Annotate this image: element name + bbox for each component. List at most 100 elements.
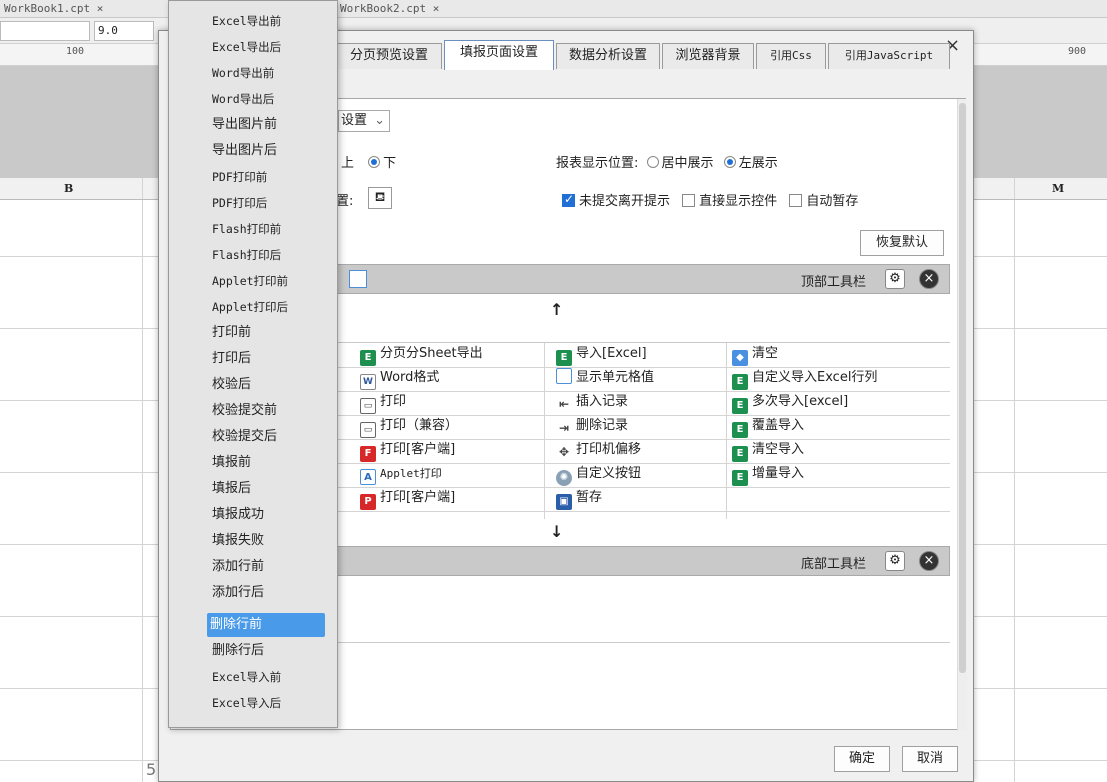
menu-item[interactable]: Excel导入前 bbox=[209, 665, 325, 689]
menu-item[interactable]: Excel导入后 bbox=[209, 691, 325, 715]
menu-item[interactable]: 填报失败 bbox=[209, 529, 325, 553]
menu-item[interactable]: Excel导出后 bbox=[209, 35, 325, 59]
toolbar-item[interactable]: P 打印[客户端] bbox=[360, 486, 455, 510]
menu-item[interactable]: 校验提交前 bbox=[209, 399, 325, 423]
toolbar-item[interactable]: ▣ 暂存 bbox=[556, 486, 602, 510]
excel-icon: E bbox=[732, 398, 748, 414]
toolbar-item[interactable]: W Word格式 bbox=[360, 366, 439, 390]
tab-javascript[interactable]: 引用JavaScript bbox=[828, 43, 950, 69]
toolbar-item[interactable]: ✥ 打印机偏移 bbox=[556, 438, 641, 462]
toolbar-item[interactable]: 显示单元格值 bbox=[556, 366, 654, 390]
column-b-header[interactable]: B bbox=[64, 182, 73, 195]
menu-item[interactable]: Applet打印前 bbox=[209, 269, 325, 293]
menu-item-selected[interactable]: 删除行前 bbox=[207, 613, 325, 637]
menu-item[interactable]: Excel导出前 bbox=[209, 9, 325, 33]
menu-item[interactable]: 导出图片后 bbox=[209, 139, 325, 163]
menu-item[interactable]: 添加行前 bbox=[209, 555, 325, 579]
toolbar-item[interactable]: E 分页分Sheet导出 bbox=[360, 342, 483, 366]
menu-item[interactable]: 导出图片前 bbox=[209, 113, 325, 137]
menu-item[interactable]: Applet打印后 bbox=[209, 295, 325, 319]
menu-item[interactable]: 打印前 bbox=[209, 321, 325, 345]
menu-item[interactable]: Word导出前 bbox=[209, 61, 325, 85]
checkbox-leave-prompt[interactable] bbox=[562, 192, 575, 207]
bottom-toolbar-label: 底部工具栏 bbox=[801, 557, 867, 572]
radio-center[interactable] bbox=[646, 156, 659, 168]
tab-css[interactable]: 引用Css bbox=[756, 43, 826, 69]
tab-page-preview[interactable]: 分页预览设置 bbox=[336, 43, 442, 69]
font-size-select[interactable]: 9.0 bbox=[94, 21, 154, 41]
menu-item[interactable]: 校验提交后 bbox=[209, 425, 325, 449]
ruler-mark-left: 100 bbox=[66, 46, 85, 57]
close-icon[interactable]: × bbox=[919, 269, 939, 289]
checkbox-leave-prompt-label: 未提交离开提示 bbox=[579, 194, 671, 209]
delete-record-icon: ⇥ bbox=[556, 420, 572, 436]
row-number: 5 bbox=[146, 760, 157, 779]
menu-item[interactable]: 删除行后 bbox=[209, 639, 325, 663]
column-m-header[interactable]: M bbox=[1052, 182, 1064, 195]
workbook-tab-2[interactable]: WorkBook2.cpt × bbox=[340, 2, 439, 15]
checkbox-autosave[interactable] bbox=[789, 194, 803, 207]
paint-bucket-icon[interactable]: ⛾ bbox=[368, 187, 392, 209]
arrow-down-icon[interactable]: ↓ bbox=[550, 522, 563, 541]
flash-print-icon: F bbox=[360, 446, 376, 462]
toolbar-item[interactable]: E 清空导入 bbox=[732, 438, 804, 462]
workbook-tab-1[interactable]: WorkBook1.cpt × bbox=[4, 2, 103, 15]
checkbox-show-widget[interactable] bbox=[682, 194, 696, 207]
tab-data-analysis[interactable]: 数据分析设置 bbox=[556, 43, 660, 69]
bottom-toolbar-band: 底部工具栏 ⚙ × bbox=[336, 546, 950, 576]
toolbar-item[interactable]: F 打印[客户端] bbox=[360, 438, 455, 462]
checkbox-autosave-label: 自动暂存 bbox=[806, 194, 859, 209]
scrollbar[interactable] bbox=[957, 99, 967, 731]
pdf-icon: P bbox=[360, 494, 376, 510]
menu-item[interactable]: 校验后 bbox=[209, 373, 325, 397]
toolbar-item[interactable]: ✺ 自定义按钮 bbox=[556, 462, 641, 486]
toolbar-item[interactable]: E 导入[Excel] bbox=[556, 342, 647, 366]
close-icon[interactable]: × bbox=[919, 551, 939, 571]
tab-fill-page[interactable]: 填报页面设置 bbox=[444, 40, 554, 70]
toolbar-item[interactable]: A Applet打印 bbox=[360, 462, 442, 486]
tab-browser-bg[interactable]: 浏览器背景 bbox=[662, 43, 754, 69]
toolbar-item[interactable]: ◆ 清空 bbox=[732, 342, 778, 366]
toolbar-item[interactable]: E 自定义导入Excel行列 bbox=[732, 366, 877, 390]
menu-item[interactable]: Word导出后 bbox=[209, 87, 325, 111]
radio-left[interactable] bbox=[723, 156, 736, 168]
toolbar-item[interactable]: ⇥ 删除记录 bbox=[556, 414, 628, 438]
printer-icon: ▭ bbox=[360, 398, 376, 414]
radio-bottom[interactable] bbox=[368, 156, 381, 168]
ruler-mark-right: 900 bbox=[1068, 46, 1087, 57]
menu-item[interactable]: 填报后 bbox=[209, 477, 325, 501]
ok-button[interactable]: 确定 bbox=[834, 746, 890, 772]
gear-icon[interactable]: ⚙ bbox=[885, 269, 905, 289]
toolbar-item[interactable]: E 多次导入[excel] bbox=[732, 390, 848, 414]
arrow-up-icon[interactable]: ↑ bbox=[550, 300, 563, 319]
toolbar-item[interactable]: E 覆盖导入 bbox=[732, 414, 804, 438]
menu-item[interactable]: 打印后 bbox=[209, 347, 325, 371]
toolbar-item[interactable]: ⇤ 插入记录 bbox=[556, 390, 628, 414]
word-icon: W bbox=[360, 374, 376, 390]
setting-select[interactable]: 设置 ⌄ bbox=[338, 110, 390, 132]
restore-default-button[interactable]: 恢复默认 bbox=[860, 230, 944, 256]
menu-item[interactable]: Flash打印后 bbox=[209, 243, 325, 267]
cancel-button[interactable]: 取消 bbox=[902, 746, 958, 772]
eraser-icon: ◆ bbox=[732, 350, 748, 366]
position-setting-label: 置: bbox=[336, 194, 354, 209]
toolbar-item[interactable]: ▭ 打印 bbox=[360, 390, 406, 414]
toolbar-item[interactable]: ▭ 打印（兼容） bbox=[360, 414, 458, 438]
setting-select-value: 设置 bbox=[341, 113, 368, 128]
menu-item[interactable]: PDF打印前 bbox=[209, 165, 325, 189]
menu-item[interactable]: Flash打印前 bbox=[209, 217, 325, 241]
font-name-select[interactable] bbox=[0, 21, 90, 41]
event-list-area bbox=[336, 642, 950, 726]
gear-icon[interactable]: ⚙ bbox=[885, 551, 905, 571]
insert-record-icon: ⇤ bbox=[556, 396, 572, 412]
toolbar-item[interactable]: E 增量导入 bbox=[732, 462, 804, 486]
excel-icon: E bbox=[556, 350, 572, 366]
menu-item[interactable]: 添加行后 bbox=[209, 581, 325, 605]
menu-item[interactable]: PDF打印后 bbox=[209, 191, 325, 215]
menu-item[interactable]: 填报前 bbox=[209, 451, 325, 475]
save-icon: ▣ bbox=[556, 494, 572, 510]
checkbox-show-widget-label: 直接显示控件 bbox=[699, 194, 778, 209]
gear-icon: ✺ bbox=[556, 470, 572, 486]
top-toolbar-band: 顶部工具栏 ⚙ × bbox=[336, 264, 950, 294]
menu-item[interactable]: 填报成功 bbox=[209, 503, 325, 527]
